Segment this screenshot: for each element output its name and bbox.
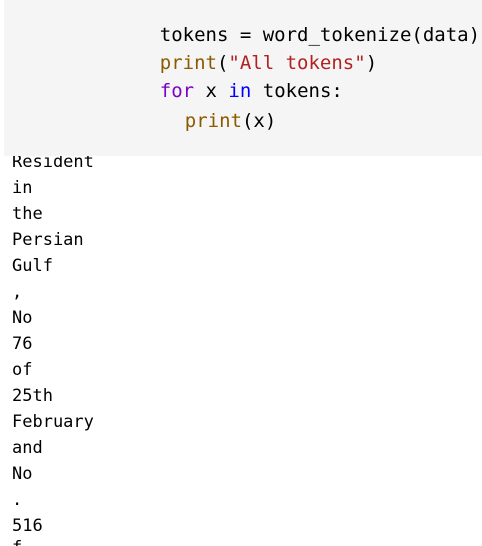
- code-cell[interactable]: tokens = word_tokenize(data) print("All …: [4, 0, 482, 156]
- output-line: 25th: [12, 386, 53, 406]
- close-paren: ): [365, 52, 378, 74]
- output-line: the: [12, 204, 43, 224]
- output-line: ,: [12, 282, 23, 302]
- output-line: and: [12, 438, 43, 458]
- output-line: of: [12, 360, 33, 380]
- output-line: No: [12, 308, 33, 328]
- output-line: .: [12, 490, 23, 510]
- print-keyword: print: [184, 110, 242, 132]
- output-line: 516: [12, 516, 43, 536]
- output-line: Persian: [12, 230, 84, 250]
- output-line: No: [12, 464, 33, 484]
- print-args: (x): [241, 110, 277, 132]
- output-line: 76: [12, 334, 33, 354]
- output-area: Resident in the Persian Gulf , No 76 of …: [0, 156, 482, 546]
- output-line: February: [12, 412, 94, 432]
- output-line: in: [12, 178, 33, 198]
- output-line: Gulf: [12, 256, 53, 276]
- output-line: f: [12, 538, 22, 546]
- output-line: Resident: [12, 156, 94, 172]
- code-line-4: print(x): [139, 88, 277, 154]
